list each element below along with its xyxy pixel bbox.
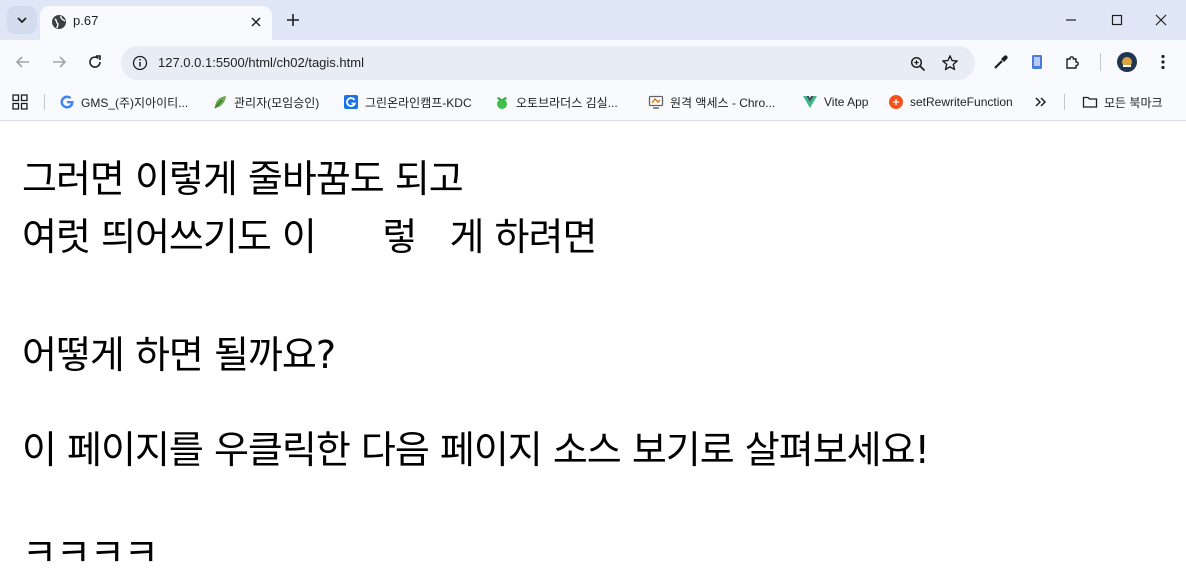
content-line: 이 페이지를 우클릭한 다음 페이지 소스 보기로 살펴보세요! [22, 428, 930, 472]
globe-icon [52, 15, 66, 29]
sprout-icon [494, 94, 510, 110]
minimize-button[interactable] [1048, 4, 1094, 36]
toolbar-separator [1100, 53, 1101, 71]
bookmark-label: 원격 액세스 - Chro... [670, 95, 776, 110]
apps-grid-icon [12, 94, 28, 110]
plus-icon [287, 14, 299, 26]
more-vertical-icon [1161, 54, 1165, 70]
bookmark-label: 오토브라더스 김실... [516, 95, 618, 110]
reload-button[interactable] [81, 48, 109, 76]
vue-icon [802, 94, 818, 110]
leaf-icon [212, 94, 228, 110]
google-g-icon [59, 94, 75, 110]
info-icon [132, 55, 148, 71]
avatar-icon [1117, 52, 1137, 72]
bookmarks-separator [1064, 94, 1065, 110]
browser-chrome: p.67 127.0.0.1:5500/html/ch02/tagis.html… [0, 0, 1186, 121]
address-bar[interactable]: 127.0.0.1:5500/html/ch02/tagis.html [121, 46, 975, 80]
bookmark-item[interactable]: 오토브라더스 김실... [494, 92, 618, 112]
bookmark-label: setRewriteFunction [910, 95, 1013, 109]
chevron-double-right-icon [1035, 97, 1047, 107]
tab-title: p.67 [73, 13, 99, 28]
bookmark-item[interactable]: 원격 액세스 - Chro... [648, 92, 775, 112]
apps-button[interactable] [12, 92, 28, 112]
bookmark-label: 그린온라인캠프-KDC [365, 95, 472, 110]
reload-icon [89, 55, 101, 68]
bookmark-label: GMS_(주)지아이티... [81, 95, 189, 110]
bookmarks-overflow-button[interactable] [1034, 92, 1048, 112]
profile-button[interactable] [1115, 50, 1139, 74]
bookmark-star-button[interactable] [939, 52, 961, 74]
page-content: 그러면 이렇게 줄바꿈도 되고 여럿 띄어쓰기도 이 렇 게 하려면 어떻게 하… [0, 121, 1186, 581]
folder-icon [1082, 94, 1098, 110]
toolbar: 127.0.0.1:5500/html/ch02/tagis.html [0, 40, 1186, 85]
bookmark-item[interactable]: Vite App [802, 92, 868, 112]
close-icon [1155, 14, 1167, 26]
content-line: 어떻게 하면 될까요? [22, 333, 336, 377]
eyedropper-extension-button[interactable] [989, 50, 1013, 74]
phone-icon [1032, 55, 1042, 69]
bookmark-label: 관리자(모임승인) [234, 95, 320, 110]
g-square-icon [343, 94, 359, 110]
eyedropper-icon [994, 55, 1008, 69]
bookmark-item[interactable]: GMS_(주)지아이티... [59, 92, 188, 112]
puzzle-icon [1066, 56, 1079, 69]
new-tab-button[interactable] [282, 9, 304, 31]
chevron-down-icon [17, 17, 27, 24]
tab-search-button[interactable] [7, 6, 37, 34]
bookmark-item[interactable]: setRewriteFunction [888, 92, 1013, 112]
zoom-in-icon [910, 56, 926, 72]
maximize-icon [1111, 14, 1123, 26]
arrow-right-icon [53, 56, 67, 68]
all-bookmarks-label: 모든 북마크 [1104, 95, 1163, 110]
close-window-button[interactable] [1138, 4, 1184, 36]
bookmark-item[interactable]: 그린온라인캠프-KDC [343, 92, 472, 112]
tab-strip: p.67 [0, 0, 1186, 40]
arrow-left-icon [15, 56, 29, 68]
maximize-button[interactable] [1094, 4, 1140, 36]
bookmarks-separator [44, 94, 45, 110]
star-icon [942, 55, 958, 71]
url-text[interactable]: 127.0.0.1:5500/html/ch02/tagis.html [158, 55, 364, 70]
back-button[interactable] [9, 48, 37, 76]
close-icon [251, 17, 261, 27]
tab-active[interactable]: p.67 [40, 6, 272, 40]
all-bookmarks-button[interactable]: 모든 북마크 [1082, 92, 1163, 112]
content-line: 여럿 띄어쓰기도 이 렇 게 하려면 [22, 215, 597, 259]
phone-extension-button[interactable] [1025, 50, 1049, 74]
content-line: 그러면 이렇게 줄바꿈도 되고 [22, 157, 464, 201]
bookmark-item[interactable]: 관리자(모임승인) [212, 92, 319, 112]
forward-button[interactable] [45, 48, 73, 76]
menu-button[interactable] [1151, 50, 1175, 74]
minimize-icon [1066, 19, 1076, 21]
content-line: ㅋㅋㅋㅋ [22, 531, 159, 575]
rewrite-icon [888, 94, 904, 110]
zoom-button[interactable] [907, 53, 929, 75]
bookmarks-bar: GMS_(주)지아이티... 관리자(모임승인) 그린온라인캠프-KDC 오토브… [0, 85, 1186, 121]
tab-close-button[interactable] [246, 12, 266, 32]
site-info-button[interactable] [130, 53, 150, 73]
remote-desktop-icon [648, 94, 664, 110]
bookmark-label: Vite App [824, 95, 869, 109]
extensions-button[interactable] [1061, 50, 1085, 74]
